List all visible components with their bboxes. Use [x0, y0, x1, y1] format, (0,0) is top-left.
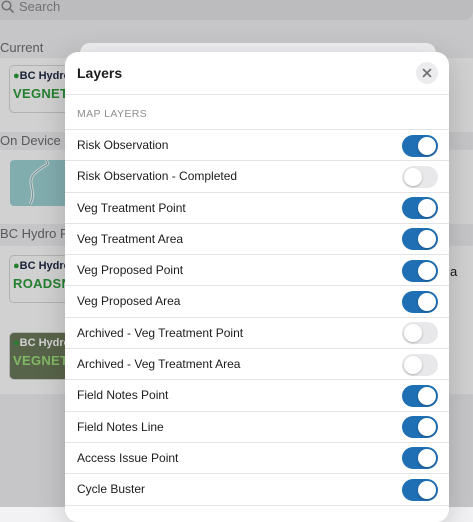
toggle-knob	[404, 167, 422, 186]
toggle-knob	[418, 261, 436, 280]
section-header-label: MAP LAYERS	[77, 108, 148, 120]
layer-row: Cycle Buster	[65, 474, 449, 506]
layer-row: Archived - Veg Treatment Point	[65, 318, 449, 350]
toggle-knob	[418, 292, 436, 311]
close-button[interactable]	[416, 62, 438, 84]
layer-list: Risk Observation Risk Observation - Compl…	[65, 130, 449, 506]
toggle-knob	[404, 324, 422, 343]
modal-header: Layers	[65, 52, 449, 95]
section-header: MAP LAYERS	[65, 95, 449, 130]
layer-toggle[interactable]	[402, 447, 438, 470]
toggle-knob	[418, 199, 436, 218]
layer-toggle[interactable]	[402, 165, 438, 188]
toggle-knob	[418, 230, 436, 249]
layer-label: Access Issue Point	[77, 450, 179, 465]
layer-toggle[interactable]	[402, 416, 438, 439]
layer-toggle[interactable]	[402, 290, 438, 313]
toggle-knob	[404, 355, 422, 374]
layer-label: Archived - Veg Treatment Area	[77, 357, 241, 372]
layer-row: Access Issue Point	[65, 443, 449, 475]
layer-row: Veg Proposed Point	[65, 255, 449, 287]
layer-label: Risk Observation - Completed	[77, 169, 238, 184]
layer-row: Veg Treatment Area	[65, 224, 449, 256]
layer-label: Field Notes Point	[77, 388, 169, 403]
modal-title: Layers	[77, 65, 123, 81]
layers-modal: Layers MAP LAYERS Risk Observation Risk O…	[65, 52, 449, 522]
layer-row: Field Notes Line	[65, 412, 449, 443]
layer-label: Veg Proposed Area	[77, 294, 181, 309]
layer-label: Veg Treatment Point	[77, 200, 186, 215]
toggle-knob	[418, 418, 436, 437]
layer-label: Veg Proposed Point	[77, 263, 184, 278]
layer-toggle[interactable]	[402, 134, 438, 157]
toggle-knob	[418, 136, 436, 155]
layer-label: Field Notes Line	[77, 419, 164, 434]
layer-row: Archived - Veg Treatment Area	[65, 349, 449, 381]
layer-label: Archived - Veg Treatment Point	[77, 325, 244, 340]
layer-row: Veg Treatment Point	[65, 193, 449, 224]
layer-toggle[interactable]	[402, 478, 438, 501]
toggle-knob	[418, 449, 436, 468]
layer-row: Risk Observation - Completed	[65, 161, 449, 193]
layer-row: Risk Observation	[65, 130, 449, 162]
layer-toggle[interactable]	[402, 384, 438, 407]
toggle-knob	[418, 386, 436, 405]
layer-label: Risk Observation	[77, 138, 169, 152]
layer-row: Veg Proposed Area	[65, 286, 449, 318]
close-icon	[422, 68, 432, 78]
layer-toggle[interactable]	[402, 228, 438, 251]
layer-toggle[interactable]	[402, 322, 438, 345]
toggle-knob	[418, 480, 436, 499]
layer-label: Veg Treatment Area	[77, 231, 184, 246]
layer-toggle[interactable]	[402, 197, 438, 220]
layer-toggle[interactable]	[402, 259, 438, 282]
layer-row: Field Notes Point	[65, 380, 449, 412]
layer-label: Cycle Buster	[77, 482, 146, 497]
layer-toggle[interactable]	[402, 353, 438, 376]
